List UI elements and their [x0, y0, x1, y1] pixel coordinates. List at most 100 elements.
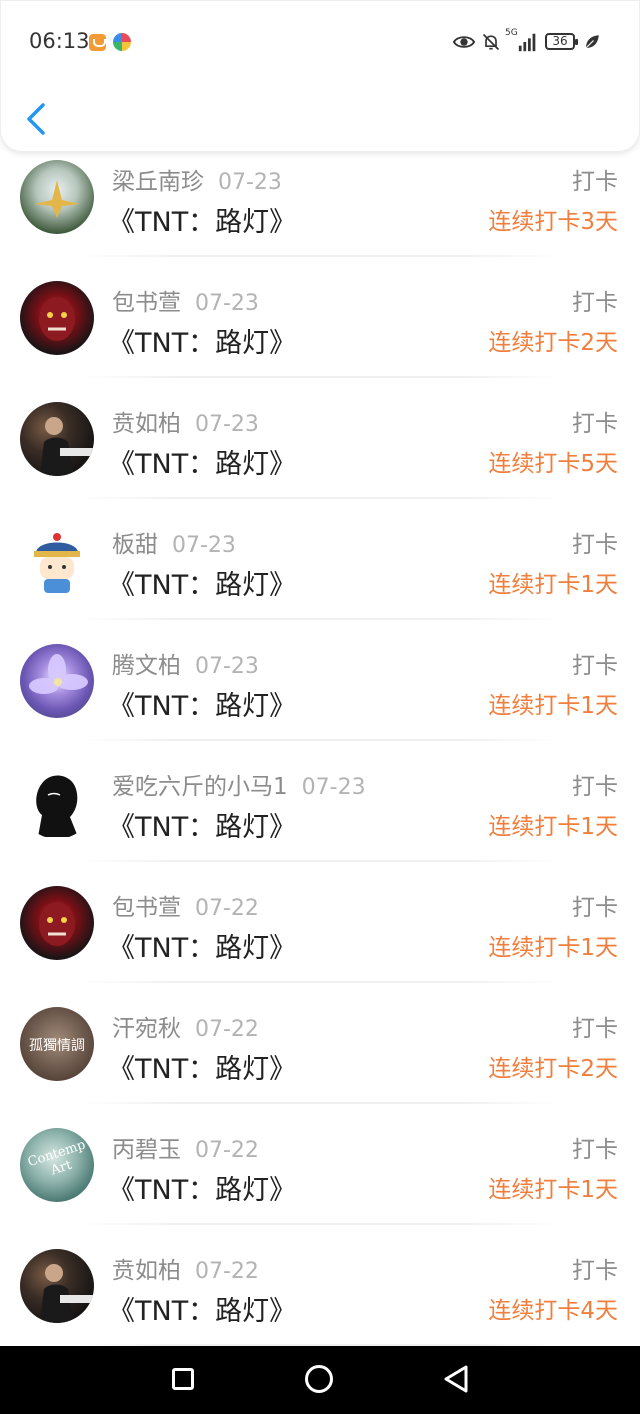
streak-label: 连续打卡1天	[488, 935, 618, 961]
checkin-title: 《TNT：路灯》	[108, 328, 297, 359]
checkin-label: 打卡	[572, 532, 618, 558]
streak-label: 连续打卡4天	[488, 1298, 618, 1324]
avatar[interactable]	[20, 281, 94, 355]
avatar-text: 孤獨情調	[29, 1038, 85, 1054]
user-name[interactable]: 梁丘南珍 07-23	[112, 162, 282, 196]
avatar[interactable]: Contemp Art	[20, 1128, 94, 1202]
streak-label: 连续打卡2天	[488, 1056, 618, 1082]
list-item[interactable]: 板甜 07-23 《TNT：路灯》 打卡连续打卡1天	[0, 499, 640, 620]
checkin-title: 《TNT：路灯》	[108, 1054, 297, 1085]
checkin-label: 打卡	[572, 169, 618, 195]
checkin-label: 打卡	[572, 411, 618, 437]
recent-apps-button[interactable]	[172, 1368, 194, 1390]
signal-icon	[518, 33, 536, 52]
streak-label: 连续打卡1天	[488, 693, 618, 719]
checkin-title: 《TNT：路灯》	[108, 570, 297, 601]
list-item[interactable]: 孤獨情調 汗宛秋 07-22 《TNT：路灯》 打卡连续打卡2天	[0, 983, 640, 1104]
user-name-text: 梁丘南珍	[112, 169, 204, 195]
nav-bar	[1, 85, 640, 153]
user-name[interactable]: 包书萱 07-23	[112, 283, 259, 317]
leaf-icon	[585, 35, 599, 49]
user-name[interactable]: 腾文柏 07-23	[112, 646, 259, 680]
checkin-label: 打卡	[572, 774, 618, 800]
system-back-button[interactable]	[442, 1364, 470, 1394]
user-name-text: 腾文柏	[112, 653, 181, 679]
avatar[interactable]: 孤獨情調	[20, 1007, 94, 1081]
avatar-text: Contemp Art	[25, 1137, 88, 1179]
mute-bell-icon	[482, 33, 500, 51]
streak-label: 连续打卡5天	[488, 451, 618, 477]
app-notification-icon	[89, 34, 106, 51]
checkin-title: 《TNT：路灯》	[108, 933, 297, 964]
list-item[interactable]: 包书萱 07-22 《TNT：路灯》 打卡连续打卡1天	[0, 862, 640, 983]
streak-label: 连续打卡3天	[488, 209, 618, 235]
avatar[interactable]	[20, 523, 94, 597]
post-date: 07-23	[301, 775, 366, 800]
list-item[interactable]: 梁丘南珍 07-23 《TNT：路灯》 打卡连续打卡3天	[0, 136, 640, 257]
avatar[interactable]	[20, 765, 94, 839]
list-item[interactable]: 贲如柏 07-22 《TNT：路灯》 打卡连续打卡4天	[0, 1225, 640, 1346]
battery-icon: 36	[545, 33, 578, 50]
post-date: 07-22	[195, 1017, 259, 1042]
streak-label: 连续打卡1天	[488, 572, 618, 598]
avatar[interactable]	[20, 644, 94, 718]
checkin-label: 打卡	[572, 653, 618, 679]
avatar[interactable]	[20, 886, 94, 960]
checkin-title: 《TNT：路灯》	[108, 1296, 297, 1327]
user-name[interactable]: 包书萱 07-22	[112, 888, 259, 922]
checkin-label: 打卡	[572, 290, 618, 316]
checkin-label: 打卡	[572, 895, 618, 921]
user-name[interactable]: 汗宛秋 07-22	[112, 1009, 259, 1043]
checkin-label: 打卡	[572, 1016, 618, 1042]
checkin-title: 《TNT：路灯》	[108, 1175, 297, 1206]
list-item[interactable]: 腾文柏 07-23 《TNT：路灯》 打卡连续打卡1天	[0, 620, 640, 741]
streak-label: 连续打卡2天	[488, 330, 618, 356]
eye-icon	[453, 36, 475, 48]
network-type-label: 5G	[505, 28, 518, 38]
user-name[interactable]: 板甜 07-23	[112, 525, 236, 559]
list-item[interactable]: 包书萱 07-23 《TNT：路灯》 打卡连续打卡2天	[0, 257, 640, 378]
status-bar: 06:13 5G 36	[1, 1, 640, 85]
list-item[interactable]: 贲如柏 07-23 《TNT：路灯》 打卡连续打卡5天	[0, 378, 640, 499]
home-button[interactable]	[305, 1365, 333, 1393]
list-item[interactable]: Contemp Art 丙碧玉 07-22 《TNT：路灯》 打卡连续打卡1天	[0, 1104, 640, 1225]
user-name-text: 汗宛秋	[112, 1016, 181, 1042]
user-name[interactable]: 丙碧玉 07-22	[112, 1130, 259, 1164]
status-time: 06:13	[29, 29, 90, 53]
post-date: 07-23	[218, 170, 282, 195]
user-name-text: 贲如柏	[112, 411, 181, 437]
avatar[interactable]	[20, 160, 94, 234]
checkin-title: 《TNT：路灯》	[108, 812, 297, 843]
checkin-title: 《TNT：路灯》	[108, 207, 297, 238]
post-date: 07-23	[195, 291, 259, 316]
user-name-text: 爱吃六斤的小马1	[112, 774, 288, 800]
avatar[interactable]	[20, 1249, 94, 1323]
user-name-text: 包书萱	[112, 895, 181, 921]
back-button[interactable]	[19, 99, 55, 139]
post-date: 07-23	[195, 654, 259, 679]
checkin-label: 打卡	[572, 1258, 618, 1284]
user-name-text: 板甜	[112, 532, 158, 558]
system-nav-bar	[0, 1346, 640, 1414]
checkin-title: 《TNT：路灯》	[108, 691, 297, 722]
user-name-text: 包书萱	[112, 290, 181, 316]
post-date: 07-23	[195, 412, 259, 437]
post-date: 07-22	[195, 1259, 259, 1284]
post-date: 07-22	[195, 1138, 259, 1163]
checkin-list: 梁丘南珍 07-23 《TNT：路灯》 打卡 连续打卡3天 包书萱 07-23 《TNT：路灯…	[0, 136, 640, 1346]
user-name-text: 丙碧玉	[112, 1137, 181, 1163]
user-name-text: 贲如柏	[112, 1258, 181, 1284]
list-item[interactable]: 爱吃六斤的小马1 07-23 《TNT：路灯》 打卡 连续打卡1天	[0, 741, 640, 862]
user-name[interactable]: 贲如柏 07-22	[112, 1251, 259, 1285]
post-date: 07-22	[195, 896, 259, 921]
streak-label: 连续打卡1天	[488, 1177, 618, 1203]
avatar[interactable]	[20, 402, 94, 476]
colorful-app-icon	[113, 33, 131, 51]
post-date: 07-23	[172, 533, 236, 558]
checkin-label: 打卡	[572, 1137, 618, 1163]
user-name[interactable]: 爱吃六斤的小马1 07-23	[112, 767, 366, 801]
checkin-title: 《TNT：路灯》	[108, 449, 297, 480]
header-card: 06:13 5G 36	[0, 0, 640, 152]
user-name[interactable]: 贲如柏 07-23	[112, 404, 259, 438]
streak-label: 连续打卡1天	[488, 814, 618, 840]
